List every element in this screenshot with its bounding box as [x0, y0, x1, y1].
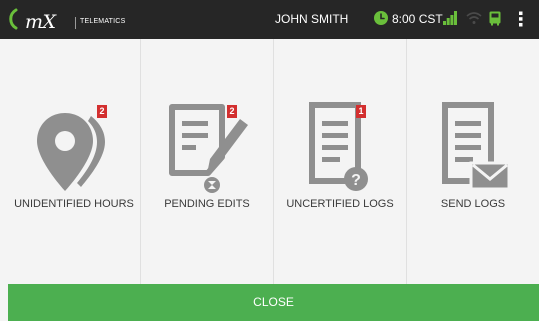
logo-divider [75, 17, 76, 29]
device-icon[interactable] [489, 11, 501, 26]
menu-icon[interactable] [518, 11, 524, 27]
tile-uncertified-logs[interactable]: ? 1 UNCERTIFIED LOGS [274, 39, 407, 284]
logo-subtitle: TELEMATICS [80, 18, 126, 25]
badge-count: 2 [227, 105, 237, 118]
document-question-icon: ? [309, 102, 368, 191]
tile-label: SEND LOGS [440, 198, 506, 210]
badge-count: 1 [356, 105, 366, 118]
app-screen: mX TELEMATICS JOHN SMITH 8:00 CST 2 UNID… [0, 0, 539, 321]
tile-label: UNIDENTIFIED HOURS [14, 198, 134, 210]
tile-unidentified-hours[interactable]: 2 UNIDENTIFIED HOURS [8, 39, 141, 284]
edit-document-icon [169, 104, 248, 193]
clock-icon[interactable] [373, 10, 389, 26]
tile-label: PENDING EDITS [164, 198, 250, 210]
badge-count: 2 [97, 105, 107, 118]
logo-swoosh-icon [9, 8, 18, 30]
wifi-icon [466, 12, 482, 24]
close-button[interactable]: CLOSE [8, 284, 539, 321]
tile-pending-edits[interactable]: 2 PENDING EDITS [141, 39, 274, 284]
time-display: 8:00 CST [392, 12, 443, 26]
document-mail-icon [442, 102, 511, 191]
log-actions-grid: 2 UNIDENTIFIED HOURS 2 PENDING EDITS ? 1… [8, 39, 539, 284]
status-bar: mX TELEMATICS JOHN SMITH 8:00 CST [0, 0, 539, 39]
logo-text: mX [25, 11, 56, 33]
signal-icon [443, 11, 457, 25]
svg-text:?: ? [351, 172, 361, 189]
tile-send-logs[interactable]: SEND LOGS [407, 39, 539, 284]
user-name[interactable]: JOHN SMITH [275, 12, 348, 26]
tile-label: UNCERTIFIED LOGS [286, 198, 394, 210]
